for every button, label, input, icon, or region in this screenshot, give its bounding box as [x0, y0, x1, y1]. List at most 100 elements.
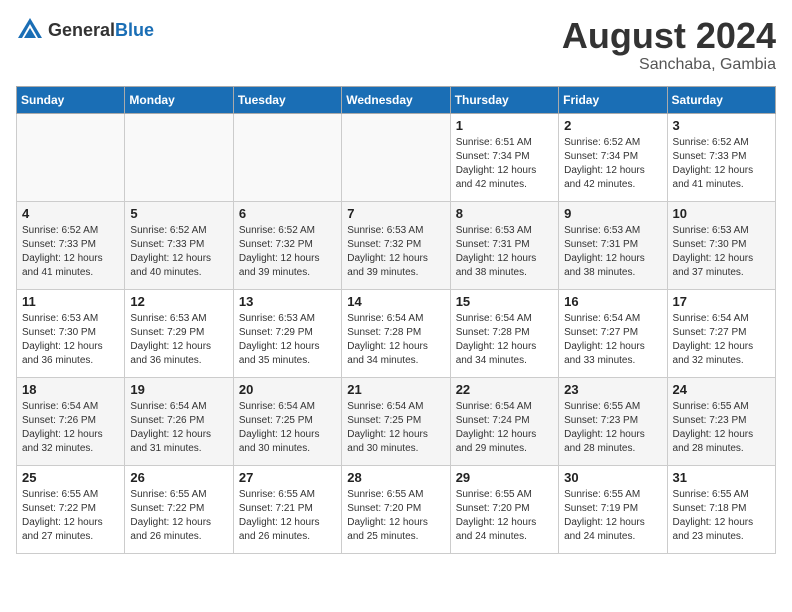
calendar-cell: 16Sunrise: 6:54 AMSunset: 7:27 PMDayligh… [559, 289, 667, 377]
day-number: 22 [456, 382, 553, 397]
day-info: Sunrise: 6:54 AMSunset: 7:27 PMDaylight:… [673, 312, 770, 368]
header-monday: Monday [125, 86, 233, 113]
calendar-title: August 2024 [562, 16, 776, 56]
day-number: 8 [456, 206, 553, 221]
day-info: Sunrise: 6:53 AMSunset: 7:32 PMDaylight:… [347, 224, 444, 280]
day-number: 5 [130, 206, 227, 221]
day-number: 7 [347, 206, 444, 221]
day-number: 16 [564, 294, 661, 309]
logo-icon [16, 16, 44, 44]
calendar-cell: 1 Sunrise: 6:51 AMSunset: 7:34 PMDaylight… [450, 113, 558, 201]
calendar-cell: 5 Sunrise: 6:52 AMSunset: 7:33 PMDaylight… [125, 201, 233, 289]
day-info: Sunrise: 6:54 AMSunset: 7:28 PMDaylight:… [456, 312, 553, 368]
day-info: Sunrise: 6:53 AMSunset: 7:31 PMDaylight:… [456, 224, 553, 280]
day-info: Sunrise: 6:53 AMSunset: 7:29 PMDaylight:… [130, 312, 227, 368]
calendar-cell: 15 Sunrise: 6:54 AMSunset: 7:28 PMDayligh… [450, 289, 558, 377]
day-info: Sunrise: 6:53 AMSunset: 7:30 PMDaylight:… [22, 312, 119, 368]
calendar-cell: 28 Sunrise: 6:55 AMSunset: 7:20 PMDayligh… [342, 465, 450, 553]
day-number: 26 [130, 470, 227, 485]
calendar-cell: 14Sunrise: 6:54 AMSunset: 7:28 PMDayligh… [342, 289, 450, 377]
calendar-cell: 9 Sunrise: 6:53 AMSunset: 7:31 PMDaylight… [559, 201, 667, 289]
day-number: 24 [673, 382, 770, 397]
header-thursday: Thursday [450, 86, 558, 113]
day-info: Sunrise: 6:53 AMSunset: 7:31 PMDaylight:… [564, 224, 661, 280]
day-info: Sunrise: 6:55 AMSunset: 7:22 PMDaylight:… [130, 488, 227, 544]
logo: GeneralBlue [16, 16, 154, 44]
day-info: Sunrise: 6:52 AMSunset: 7:33 PMDaylight:… [673, 136, 770, 192]
day-number: 4 [22, 206, 119, 221]
calendar-cell: 22 Sunrise: 6:54 AMSunset: 7:24 PMDayligh… [450, 377, 558, 465]
day-info: Sunrise: 6:52 AMSunset: 7:33 PMDaylight:… [130, 224, 227, 280]
calendar-cell: 30Sunrise: 6:55 AMSunset: 7:19 PMDayligh… [559, 465, 667, 553]
day-number: 12 [130, 294, 227, 309]
week-row-5: 25 Sunrise: 6:55 AMSunset: 7:22 PMDayligh… [17, 465, 776, 553]
day-info: Sunrise: 6:52 AMSunset: 7:32 PMDaylight:… [239, 224, 336, 280]
calendar-cell [125, 113, 233, 201]
calendar-cell: 13Sunrise: 6:53 AMSunset: 7:29 PMDayligh… [233, 289, 341, 377]
calendar-cell: 31 Sunrise: 6:55 AMSunset: 7:18 PMDayligh… [667, 465, 775, 553]
day-info: Sunrise: 6:55 AMSunset: 7:23 PMDaylight:… [673, 400, 770, 456]
day-number: 6 [239, 206, 336, 221]
calendar-cell: 2 Sunrise: 6:52 AMSunset: 7:34 PMDaylight… [559, 113, 667, 201]
day-info: Sunrise: 6:55 AMSunset: 7:22 PMDaylight:… [22, 488, 119, 544]
calendar-cell: 18 Sunrise: 6:54 AMSunset: 7:26 PMDayligh… [17, 377, 125, 465]
day-info: Sunrise: 6:55 AMSunset: 7:18 PMDaylight:… [673, 488, 770, 544]
calendar-table: Sunday Monday Tuesday Wednesday Thursday… [16, 86, 776, 554]
calendar-cell: 29 Sunrise: 6:55 AMSunset: 7:20 PMDayligh… [450, 465, 558, 553]
calendar-cell: 10 Sunrise: 6:53 AMSunset: 7:30 PMDayligh… [667, 201, 775, 289]
calendar-cell: 26 Sunrise: 6:55 AMSunset: 7:22 PMDayligh… [125, 465, 233, 553]
day-number: 29 [456, 470, 553, 485]
day-info: Sunrise: 6:54 AMSunset: 7:24 PMDaylight:… [456, 400, 553, 456]
calendar-cell: 6 Sunrise: 6:52 AMSunset: 7:32 PMDaylight… [233, 201, 341, 289]
day-number: 1 [456, 118, 553, 133]
header-sunday: Sunday [17, 86, 125, 113]
day-number: 18 [22, 382, 119, 397]
week-row-1: 1 Sunrise: 6:51 AMSunset: 7:34 PMDaylight… [17, 113, 776, 201]
calendar-cell: 19Sunrise: 6:54 AMSunset: 7:26 PMDayligh… [125, 377, 233, 465]
calendar-cell: 7 Sunrise: 6:53 AMSunset: 7:32 PMDaylight… [342, 201, 450, 289]
day-number: 20 [239, 382, 336, 397]
title-block: August 2024 Sanchaba, Gambia [562, 16, 776, 74]
day-info: Sunrise: 6:55 AMSunset: 7:20 PMDaylight:… [456, 488, 553, 544]
day-info: Sunrise: 6:54 AMSunset: 7:28 PMDaylight:… [347, 312, 444, 368]
day-number: 25 [22, 470, 119, 485]
day-number: 3 [673, 118, 770, 133]
day-header-row: Sunday Monday Tuesday Wednesday Thursday… [17, 86, 776, 113]
calendar-cell: 20Sunrise: 6:54 AMSunset: 7:25 PMDayligh… [233, 377, 341, 465]
day-number: 23 [564, 382, 661, 397]
day-info: Sunrise: 6:52 AMSunset: 7:34 PMDaylight:… [564, 136, 661, 192]
week-row-4: 18 Sunrise: 6:54 AMSunset: 7:26 PMDayligh… [17, 377, 776, 465]
calendar-cell: 24 Sunrise: 6:55 AMSunset: 7:23 PMDayligh… [667, 377, 775, 465]
day-info: Sunrise: 6:54 AMSunset: 7:25 PMDaylight:… [347, 400, 444, 456]
header-wednesday: Wednesday [342, 86, 450, 113]
day-info: Sunrise: 6:51 AMSunset: 7:34 PMDaylight:… [456, 136, 553, 192]
calendar-cell: 8 Sunrise: 6:53 AMSunset: 7:31 PMDaylight… [450, 201, 558, 289]
calendar-cell: 11 Sunrise: 6:53 AMSunset: 7:30 PMDayligh… [17, 289, 125, 377]
calendar-cell: 21Sunrise: 6:54 AMSunset: 7:25 PMDayligh… [342, 377, 450, 465]
day-number: 13 [239, 294, 336, 309]
day-number: 17 [673, 294, 770, 309]
calendar-cell: 12 Sunrise: 6:53 AMSunset: 7:29 PMDayligh… [125, 289, 233, 377]
day-info: Sunrise: 6:53 AMSunset: 7:30 PMDaylight:… [673, 224, 770, 280]
day-number: 19 [130, 382, 227, 397]
calendar-cell [233, 113, 341, 201]
day-number: 27 [239, 470, 336, 485]
day-number: 28 [347, 470, 444, 485]
day-info: Sunrise: 6:55 AMSunset: 7:23 PMDaylight:… [564, 400, 661, 456]
calendar-cell: 27 Sunrise: 6:55 AMSunset: 7:21 PMDayligh… [233, 465, 341, 553]
day-info: Sunrise: 6:52 AMSunset: 7:33 PMDaylight:… [22, 224, 119, 280]
calendar-cell [342, 113, 450, 201]
day-number: 15 [456, 294, 553, 309]
day-number: 2 [564, 118, 661, 133]
day-number: 31 [673, 470, 770, 485]
day-info: Sunrise: 6:54 AMSunset: 7:26 PMDaylight:… [22, 400, 119, 456]
calendar-location: Sanchaba, Gambia [562, 56, 776, 74]
header-saturday: Saturday [667, 86, 775, 113]
calendar-cell: 25 Sunrise: 6:55 AMSunset: 7:22 PMDayligh… [17, 465, 125, 553]
day-number: 10 [673, 206, 770, 221]
day-info: Sunrise: 6:55 AMSunset: 7:20 PMDaylight:… [347, 488, 444, 544]
day-number: 9 [564, 206, 661, 221]
calendar-cell: 4 Sunrise: 6:52 AMSunset: 7:33 PMDaylight… [17, 201, 125, 289]
day-number: 11 [22, 294, 119, 309]
day-info: Sunrise: 6:55 AMSunset: 7:21 PMDaylight:… [239, 488, 336, 544]
